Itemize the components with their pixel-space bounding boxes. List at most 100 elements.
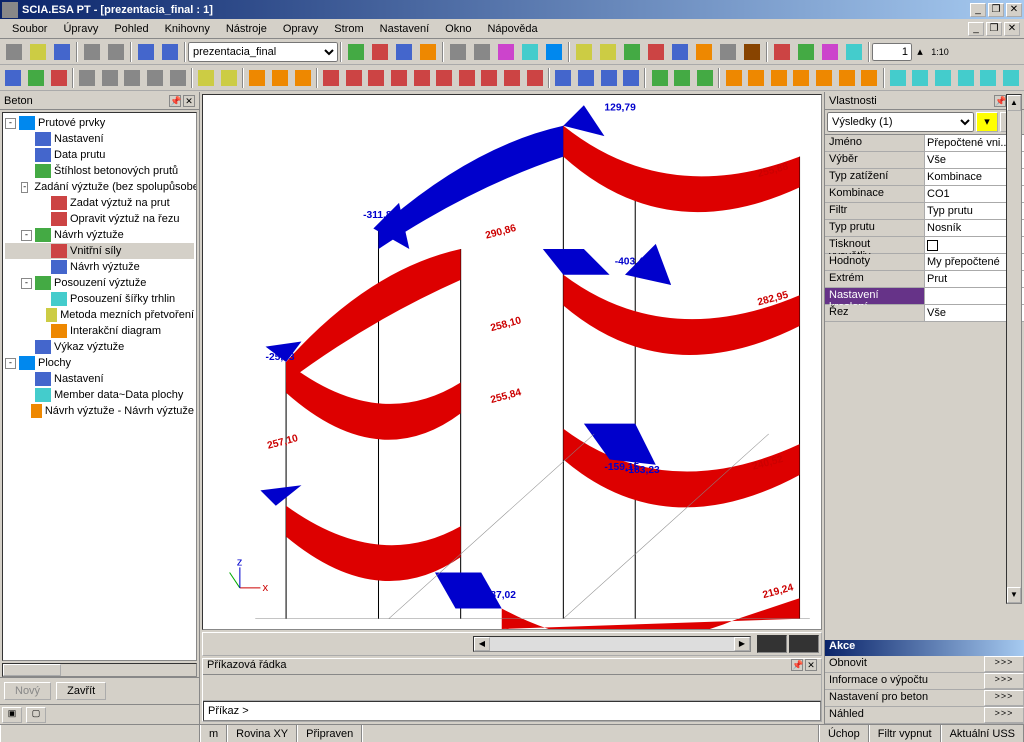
- vb-5[interactable]: [293, 634, 315, 654]
- tbtn-h3[interactable]: [495, 41, 517, 63]
- mdi-minimize-button[interactable]: _: [968, 22, 984, 36]
- tree-item[interactable]: -Posouzení výztuže: [5, 275, 194, 291]
- tb2-g5[interactable]: [978, 67, 999, 89]
- tbtn-save[interactable]: [51, 41, 73, 63]
- tb2-a1[interactable]: [196, 67, 217, 89]
- tbtn-undo[interactable]: [135, 41, 157, 63]
- tb2-d3[interactable]: [598, 67, 619, 89]
- spin-buttons[interactable]: ▴: [913, 41, 927, 63]
- menu-soubor[interactable]: Soubor: [4, 21, 55, 37]
- tbtn-redo[interactable]: [159, 41, 181, 63]
- vb-12[interactable]: [447, 634, 469, 654]
- tree-item[interactable]: -Zadání výztuže (bez spolupůsobení): [5, 179, 194, 195]
- tree-item[interactable]: Návrh výztuže - Návrh výztuže: [5, 403, 194, 419]
- vb-8[interactable]: [359, 634, 381, 654]
- action-row[interactable]: Nastavení pro beton>>>: [825, 690, 1024, 707]
- status-plane[interactable]: Rovina XY: [227, 725, 297, 742]
- scroll-down-button[interactable]: ▼: [1007, 587, 1021, 603]
- property-row[interactable]: FiltrTyp prutu: [825, 203, 1024, 220]
- tb2-c10[interactable]: [524, 67, 545, 89]
- tb2-f2[interactable]: [746, 67, 767, 89]
- menu-opravy[interactable]: Opravy: [275, 21, 326, 37]
- vb-7[interactable]: [337, 634, 359, 654]
- menu-knihovny[interactable]: Knihovny: [157, 21, 218, 37]
- darkbox-1[interactable]: [757, 635, 787, 653]
- property-row[interactable]: Tisknout vysvětliv...: [825, 237, 1024, 254]
- tb2-2[interactable]: [26, 67, 47, 89]
- property-row[interactable]: HodnotyMy přepočtené: [825, 254, 1024, 271]
- tb2-zoom5[interactable]: [167, 67, 188, 89]
- close-button[interactable]: ✕: [1006, 3, 1022, 17]
- tree-item[interactable]: Data prutu: [5, 147, 194, 163]
- property-row[interactable]: JménoPřepočtené vni...: [825, 135, 1024, 152]
- tbtn-h5[interactable]: [543, 41, 565, 63]
- project-combo[interactable]: prezentacia_final: [188, 42, 338, 62]
- menu-okno[interactable]: Okno: [437, 21, 479, 37]
- tbtn-g1[interactable]: [345, 41, 367, 63]
- close-panel-button[interactable]: Zavřít: [56, 682, 106, 700]
- tree-item[interactable]: Nastavení: [5, 371, 194, 387]
- tree-item[interactable]: Nastavení: [5, 131, 194, 147]
- vb-6[interactable]: [315, 634, 337, 654]
- tb2-c7[interactable]: [457, 67, 478, 89]
- tb2-d2[interactable]: [576, 67, 597, 89]
- tb2-3[interactable]: [48, 67, 69, 89]
- scroll-right-button[interactable]: ▶: [734, 637, 750, 651]
- tb2-c5[interactable]: [411, 67, 432, 89]
- property-row[interactable]: Nastavení kreslení...: [825, 288, 1024, 305]
- tb2-f7[interactable]: [859, 67, 880, 89]
- property-row[interactable]: ExtrémPrut: [825, 271, 1024, 288]
- tree-item[interactable]: Interakční diagram: [5, 323, 194, 339]
- scroll-left-button[interactable]: ◀: [474, 637, 490, 651]
- tree-item[interactable]: Štíhlost betonových prutů: [5, 163, 194, 179]
- mdi-restore-button[interactable]: ❐: [986, 22, 1002, 36]
- tree-item[interactable]: -Návrh výztuže: [5, 227, 194, 243]
- spin-input[interactable]: [872, 43, 912, 61]
- tree-item[interactable]: Posouzení šířky trhlin: [5, 291, 194, 307]
- action-row[interactable]: Obnovit>>>: [825, 656, 1024, 673]
- tbtn-i4[interactable]: [645, 41, 667, 63]
- menu-nastaveni[interactable]: Nastavení: [372, 21, 438, 37]
- menu-upravy[interactable]: Úpravy: [55, 21, 106, 37]
- tb2-f3[interactable]: [769, 67, 790, 89]
- status-mode[interactable]: Aktuální USS: [941, 725, 1024, 742]
- tb2-zoom3[interactable]: [122, 67, 143, 89]
- tbtn-preview[interactable]: [105, 41, 127, 63]
- property-row[interactable]: Typ prutuNosník: [825, 220, 1024, 237]
- scroll-up-button[interactable]: ▲: [1007, 95, 1021, 111]
- tb2-a2[interactable]: [218, 67, 239, 89]
- tb2-e3[interactable]: [695, 67, 716, 89]
- tree-item[interactable]: Metoda mezních přetvoření: [5, 307, 194, 323]
- tb2-g3[interactable]: [933, 67, 954, 89]
- tbtn-new[interactable]: [3, 41, 25, 63]
- vb-1[interactable]: [205, 634, 227, 654]
- status-snap[interactable]: Úchop: [819, 725, 869, 742]
- cmd-close[interactable]: ✕: [805, 659, 817, 671]
- menu-napoveda[interactable]: Nápověda: [479, 21, 545, 37]
- property-row[interactable]: KombinaceCO1: [825, 186, 1024, 203]
- tree-item[interactable]: Zadat výztuž na prut: [5, 195, 194, 211]
- property-grid[interactable]: JménoPřepočtené vni...VýběrVšeTyp zatíže…: [825, 135, 1024, 640]
- new-button[interactable]: Nový: [4, 682, 51, 700]
- tb2-c1[interactable]: [321, 67, 342, 89]
- tb2-d1[interactable]: [553, 67, 574, 89]
- darkbox-2[interactable]: [789, 635, 819, 653]
- menu-strom[interactable]: Strom: [326, 21, 371, 37]
- tb2-b3[interactable]: [292, 67, 313, 89]
- vb-9[interactable]: [381, 634, 403, 654]
- tb2-b2[interactable]: [270, 67, 291, 89]
- tab-2[interactable]: ▢: [26, 707, 46, 723]
- tbtn-open[interactable]: [27, 41, 49, 63]
- tb2-g4[interactable]: [955, 67, 976, 89]
- tb2-zoom4[interactable]: [145, 67, 166, 89]
- tb2-c3[interactable]: [366, 67, 387, 89]
- tbtn-j1[interactable]: [771, 41, 793, 63]
- prop-pin[interactable]: 📌: [994, 95, 1006, 107]
- tb2-c9[interactable]: [502, 67, 523, 89]
- vb-2[interactable]: [227, 634, 249, 654]
- tb2-f4[interactable]: [791, 67, 812, 89]
- vertical-scrollbar[interactable]: ▲ ▼: [1006, 94, 1022, 604]
- tbtn-g4[interactable]: [417, 41, 439, 63]
- vb-3[interactable]: [249, 634, 271, 654]
- tb2-f6[interactable]: [836, 67, 857, 89]
